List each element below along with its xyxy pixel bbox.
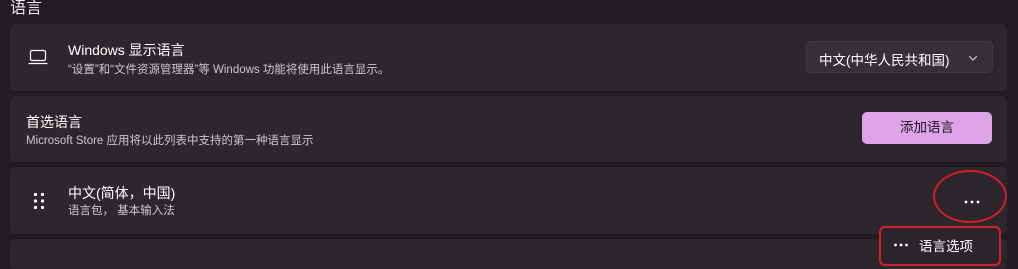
preferred-languages-card: 首选语言 Microsoft Store 应用将以此列表中支持的第一种语言显示 … — [10, 96, 1007, 162]
language-item-name: 中文(简体，中国) — [68, 185, 176, 201]
language-item-details: 语言包， 基本输入法 — [68, 205, 175, 217]
more-horizontal-icon — [894, 243, 908, 247]
next-language-card — [10, 239, 1007, 269]
display-language-card: Windows 显示语言 “设置”和“文件资源管理器”等 Windows 功能将… — [10, 24, 1007, 91]
language-item-row[interactable]: 中文(简体，中国) 语言包， 基本输入法 — [10, 167, 1007, 234]
add-language-button[interactable]: 添加语言 — [862, 112, 992, 144]
display-language-description: “设置”和“文件资源管理器”等 Windows 功能将使用此语言显示。 — [68, 64, 390, 76]
monitor-icon — [28, 49, 48, 65]
annotation-circle — [933, 170, 1007, 223]
language-options-menu[interactable]: 语言选项 — [879, 226, 1001, 266]
display-language-title: Windows 显示语言 — [68, 42, 185, 58]
drag-handle-icon[interactable] — [32, 191, 46, 211]
preferred-languages-description: Microsoft Store 应用将以此列表中支持的第一种语言显示 — [26, 135, 314, 147]
chevron-down-icon — [968, 55, 978, 61]
add-language-label: 添加语言 — [900, 120, 954, 135]
dropdown-selected-value: 中文(中华人民共和国) — [819, 53, 950, 68]
display-language-dropdown[interactable]: 中文(中华人民共和国) — [806, 41, 993, 73]
preferred-languages-title: 首选语言 — [26, 114, 82, 130]
section-title: 语言 — [10, 0, 43, 17]
language-options-label: 语言选项 — [919, 239, 973, 254]
